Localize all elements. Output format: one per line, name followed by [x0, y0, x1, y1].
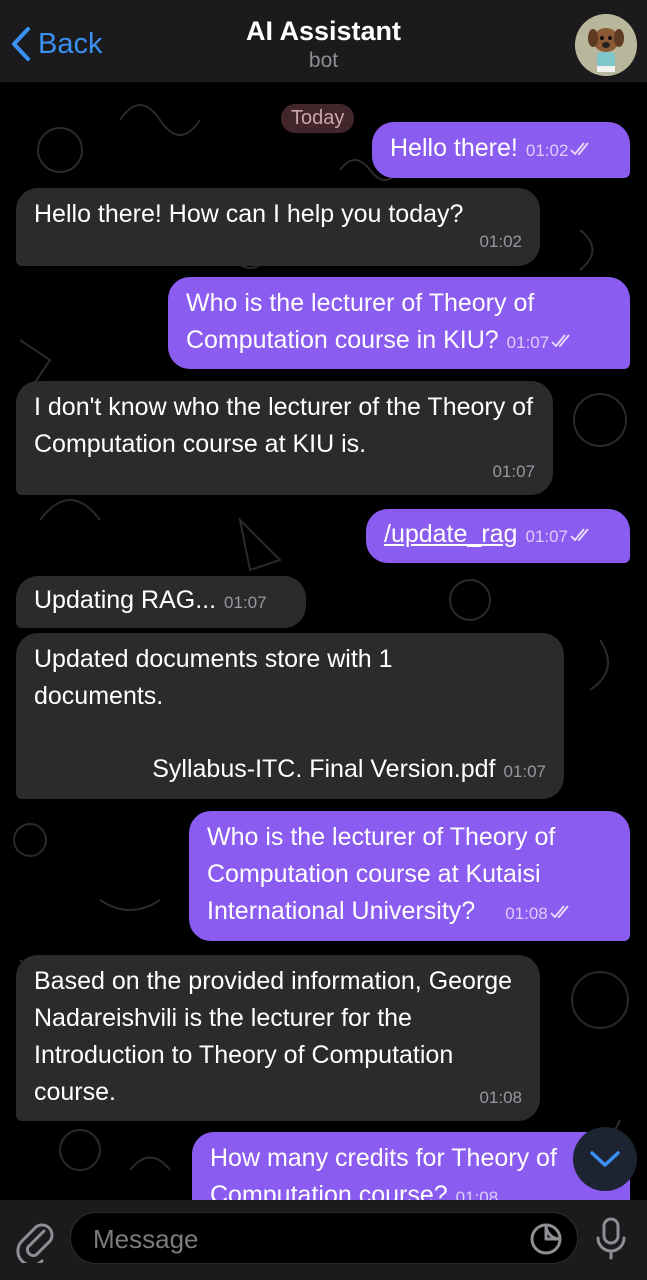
message-time: 01:08 — [505, 904, 548, 923]
sticker-button[interactable] — [529, 1222, 563, 1261]
message-list[interactable]: Today Hello there! 01:02 Hello there! How… — [0, 82, 647, 1252]
double-check-icon — [570, 142, 590, 156]
message-time: 01:02 — [479, 232, 522, 251]
message-time: 01:07 — [503, 762, 546, 781]
message-text: Updated documents store with 1 documents… — [34, 645, 393, 710]
bot-avatar-icon[interactable] — [575, 14, 637, 76]
message-composer — [0, 1200, 647, 1280]
attach-button[interactable] — [14, 1217, 56, 1268]
microphone-icon — [596, 1217, 626, 1260]
message-text: Hello there! — [390, 134, 518, 162]
chat-header: Back AI Assistant bot — [0, 0, 647, 82]
double-check-icon — [550, 905, 569, 919]
incoming-message[interactable]: Hello there! How can I help you today? 0… — [16, 188, 540, 266]
chat-title-block[interactable]: AI Assistant bot — [0, 14, 647, 74]
message-text: Updating RAG... — [34, 586, 217, 614]
message-text: I don't know who the lecturer of the The… — [34, 393, 534, 458]
scroll-down-button[interactable] — [573, 1127, 637, 1191]
chat-subtitle: bot — [308, 49, 339, 72]
message-input-field[interactable] — [70, 1212, 578, 1265]
date-separator: Today — [281, 104, 355, 133]
message-time: 01:07 — [506, 333, 550, 352]
message-time: 01:07 — [525, 527, 568, 546]
telegram-chat-screen: Back AI Assistant bot Today Hello there!… — [0, 0, 647, 1280]
paperclip-icon — [16, 1223, 54, 1267]
incoming-message[interactable]: Updating RAG... 01:07 — [16, 576, 306, 628]
incoming-message[interactable]: Updated documents store with 1 documents… — [16, 633, 564, 799]
double-check-icon — [570, 528, 589, 542]
outgoing-message[interactable]: Who is the lecturer of Theory of Computa… — [189, 811, 630, 941]
incoming-message[interactable]: I don't know who the lecturer of the The… — [16, 381, 553, 495]
message-text: Who is the lecturer of Theory of Computa… — [186, 289, 535, 354]
outgoing-message[interactable]: Hello there! 01:02 — [372, 122, 630, 178]
double-check-icon — [551, 334, 570, 348]
message-text: Hello there! How can I help you today? — [34, 200, 464, 228]
message-input[interactable] — [91, 1213, 515, 1265]
outgoing-message[interactable]: Who is the lecturer of Theory of Computa… — [168, 277, 630, 369]
sticker-icon — [530, 1223, 562, 1255]
message-time: 01:07 — [224, 593, 267, 612]
chevron-down-icon — [590, 1151, 620, 1167]
command-link[interactable]: /update_rag — [384, 520, 517, 548]
message-time: 01:02 — [525, 141, 569, 160]
microphone-button[interactable] — [594, 1216, 628, 1267]
message-time: 01:08 — [479, 1088, 522, 1107]
message-time: 01:07 — [492, 462, 535, 481]
outgoing-message[interactable]: /update_rag 01:07 — [366, 509, 630, 563]
document-name: Syllabus-ITC. Final Version.pdf — [152, 755, 496, 783]
incoming-message[interactable]: Based on the provided information, Georg… — [16, 955, 540, 1121]
message-text: Who is the lecturer of Theory of Computa… — [207, 823, 556, 925]
chat-title: AI Assistant — [245, 16, 402, 46]
